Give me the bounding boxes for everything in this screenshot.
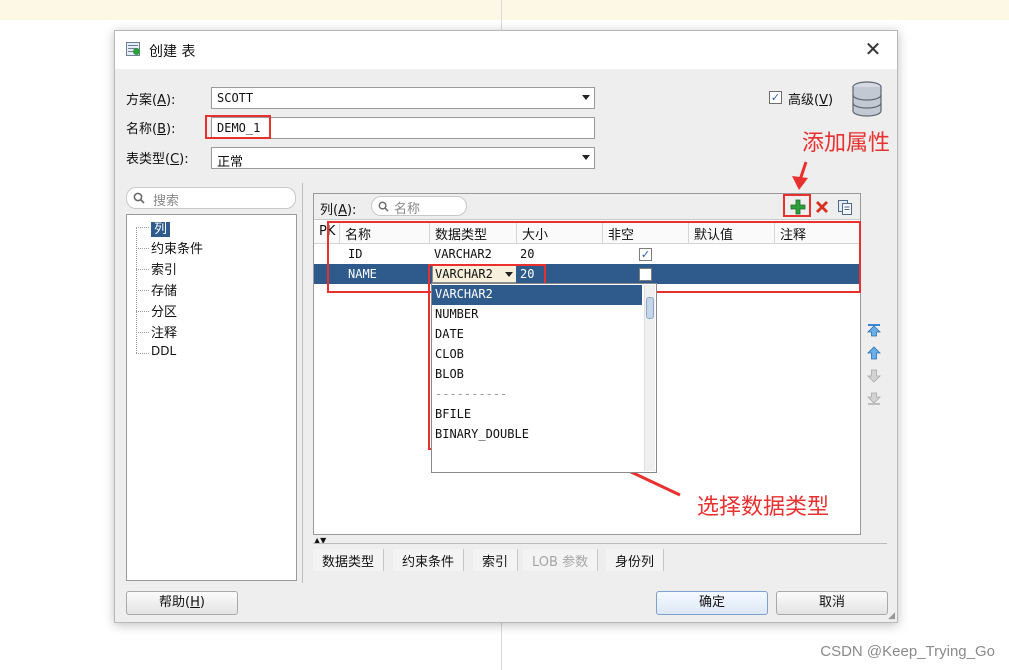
move-up-icon[interactable]: [867, 346, 881, 360]
dropdown-option-blob[interactable]: BLOB: [432, 365, 642, 385]
resize-grip-icon[interactable]: ◢: [888, 611, 895, 621]
tree-connector: [136, 332, 149, 333]
close-icon[interactable]: ✕: [861, 37, 885, 61]
tree-item-constraints[interactable]: 约束条件: [151, 238, 203, 257]
tree-item-ddl[interactable]: DDL: [151, 344, 176, 358]
schema-select[interactable]: SCOTT: [211, 87, 595, 109]
table-icon: [126, 42, 140, 56]
schema-value: SCOTT: [217, 91, 254, 105]
dialog-titlebar[interactable]: 创建 表 ✕: [115, 31, 897, 69]
cancel-button[interactable]: 取消: [776, 591, 888, 615]
tree-search-input[interactable]: 搜索: [126, 187, 296, 209]
chevron-down-icon: [582, 155, 590, 160]
tree-connector: [136, 248, 149, 249]
dropdown-scrollbar[interactable]: [644, 285, 655, 471]
annotation-box-add: [783, 194, 811, 217]
column-search-placeholder: 名称: [394, 202, 421, 217]
scrollbar-thumb[interactable]: [646, 297, 654, 319]
move-top-icon[interactable]: [867, 323, 881, 337]
dialog-title: 创建 表: [149, 44, 196, 60]
search-icon: [133, 192, 145, 204]
move-down-icon[interactable]: [867, 369, 881, 383]
schema-label: 方案(A):: [126, 93, 176, 108]
advanced-label: 高级(V): [788, 93, 834, 108]
dropdown-option-number[interactable]: NUMBER: [432, 305, 642, 325]
tree-connector: [136, 290, 149, 291]
delete-column-icon[interactable]: [814, 199, 830, 215]
annotation-box-name: [205, 115, 271, 139]
help-button[interactable]: 帮助(H): [126, 591, 238, 615]
tab-strip: [313, 543, 887, 544]
ok-button[interactable]: 确定: [656, 591, 768, 615]
tree-search-placeholder: 搜索: [153, 194, 180, 209]
dropdown-option-date[interactable]: DATE: [432, 325, 642, 345]
dropdown-option-binary-double[interactable]: BINARY_DOUBLE: [432, 425, 642, 445]
table-type-value: 正常: [217, 155, 244, 170]
copy-column-icon[interactable]: [837, 199, 853, 215]
search-icon: [378, 201, 389, 212]
dropdown-option-varchar2[interactable]: VARCHAR2: [432, 285, 642, 305]
tab-constraints[interactable]: 约束条件: [393, 549, 465, 571]
database-icon: [852, 81, 882, 117]
columns-label: 列(A):: [320, 203, 357, 218]
tab-data-type[interactable]: 数据类型: [313, 549, 385, 571]
move-bottom-icon[interactable]: [867, 392, 881, 406]
tree-connector: [136, 227, 149, 228]
tree-item-columns[interactable]: 列: [151, 218, 171, 237]
page-banner: [0, 0, 1009, 20]
advanced-checkbox[interactable]: ✓: [769, 91, 782, 104]
dropdown-option-clob[interactable]: CLOB: [432, 345, 642, 365]
navigation-tree: 列 约束条件 索引 存储 分区 注释 DDL: [126, 214, 297, 581]
panel-splitter[interactable]: [302, 183, 303, 583]
dropdown-separator: ----------: [435, 387, 508, 401]
annotation-choose-type: 选择数据类型: [697, 495, 830, 520]
table-type-select[interactable]: 正常: [211, 147, 595, 170]
tab-indexes[interactable]: 索引: [473, 549, 519, 571]
tree-item-partitions[interactable]: 分区: [151, 301, 177, 320]
watermark: CSDN @Keep_Trying_Go: [820, 643, 995, 660]
tree-item-storage[interactable]: 存储: [151, 280, 177, 299]
tree-item-indexes[interactable]: 索引: [151, 259, 177, 278]
annotation-add-attribute: 添加属性: [802, 131, 891, 156]
table-type-label: 表类型(C):: [126, 152, 189, 167]
tree-item-label: 列: [151, 222, 171, 237]
tab-identity-column[interactable]: 身份列: [606, 549, 665, 571]
name-label: 名称(B):: [126, 122, 176, 137]
columns-toolbar: 列(A): 名称: [314, 194, 860, 220]
tab-lob-params: LOB 参数: [523, 549, 599, 571]
dropdown-option-bfile[interactable]: BFILE: [432, 405, 642, 425]
data-type-dropdown: VARCHAR2 NUMBER DATE CLOB BLOB ---------…: [431, 283, 657, 473]
chevron-down-icon: [582, 95, 590, 100]
tree-connector: [136, 353, 149, 354]
tree-item-comments[interactable]: 注释: [151, 322, 177, 341]
tree-connector: [136, 269, 149, 270]
tree-connector: [136, 311, 149, 312]
